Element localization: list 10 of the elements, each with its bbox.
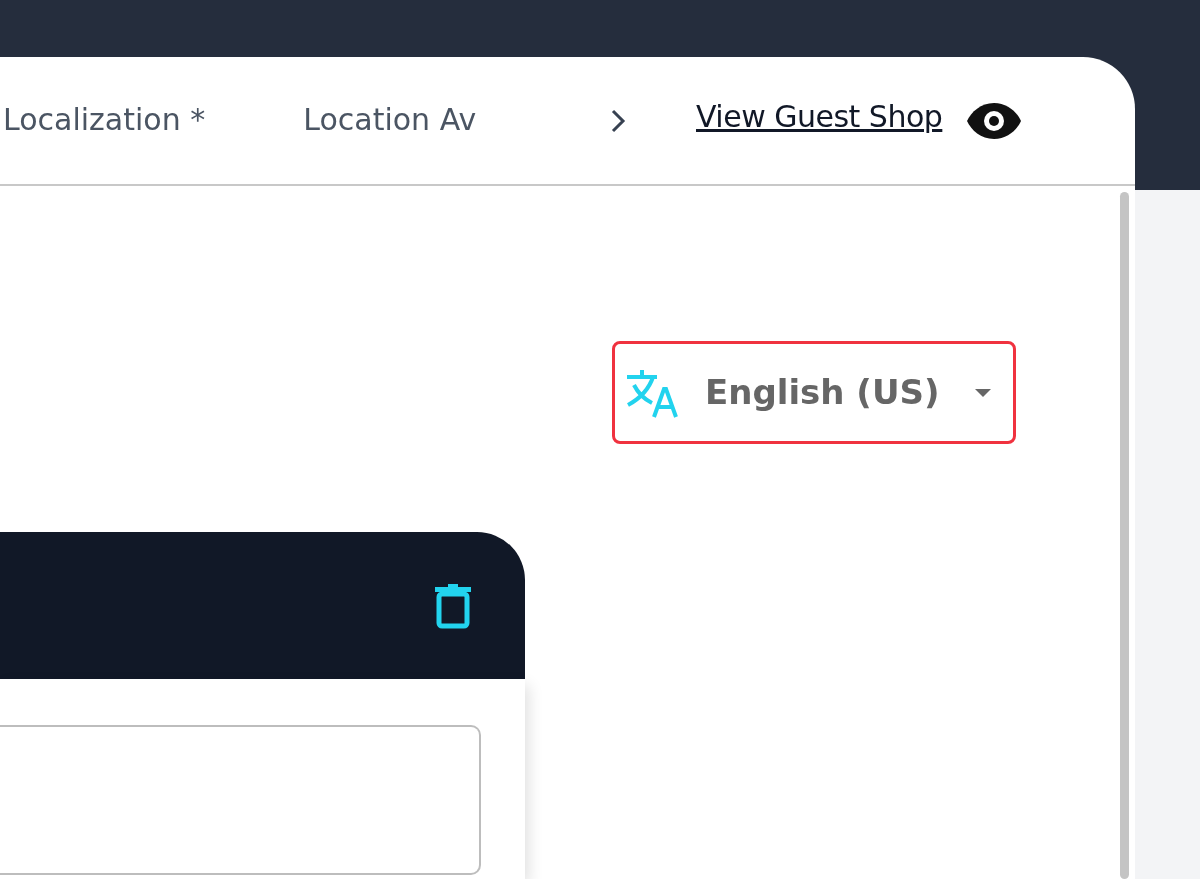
trash-icon[interactable] (434, 582, 472, 629)
input-field[interactable] (0, 725, 481, 875)
caret-icon (975, 388, 991, 397)
view-guest-shop-link[interactable]: View Guest Shop (696, 94, 943, 139)
chevron-right-icon[interactable] (610, 107, 626, 134)
scrollbar[interactable] (1120, 192, 1129, 879)
eye-icon[interactable] (966, 101, 1023, 140)
language-selector[interactable]: English (US) (612, 341, 1016, 444)
tab[interactable]: Localization * (0, 99, 206, 142)
tab[interactable]: Location Av (300, 99, 477, 142)
